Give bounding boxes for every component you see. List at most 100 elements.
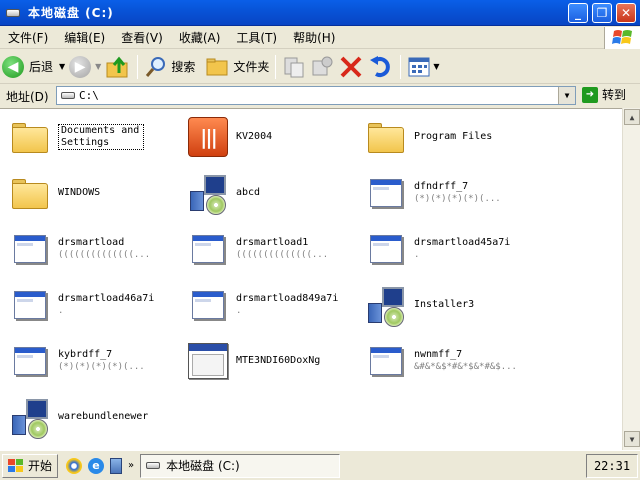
file-description: . — [414, 250, 420, 260]
undo-button[interactable] — [366, 52, 396, 82]
installer-icon — [186, 171, 230, 215]
file-name: WINDOWS — [58, 187, 101, 198]
file-item[interactable]: Program Files — [364, 115, 492, 159]
title-bar[interactable]: 本地磁盘 (C:) _ ❐ ✕ — [0, 0, 640, 26]
go-arrow-icon: ➜ — [582, 86, 598, 103]
back-button[interactable]: ◀ 后退 ▼ — [0, 52, 67, 82]
windows-logo-icon — [8, 458, 23, 472]
up-button[interactable] — [103, 52, 133, 82]
address-dropdown-icon[interactable]: ▼ — [558, 87, 575, 104]
windows-logo-icon — [604, 27, 640, 49]
go-button[interactable]: ➜ 转到 — [582, 86, 626, 103]
scroll-down-icon[interactable]: ▼ — [624, 431, 640, 447]
file-item[interactable]: Installer3 — [364, 283, 474, 327]
folder-icon — [8, 115, 52, 159]
file-item[interactable]: kybrdff_7 (*)(*)(*)(*)(... — [8, 339, 145, 383]
back-dropdown-icon[interactable]: ▼ — [59, 62, 65, 71]
file-description: &#&*&$*#&*$&*#&$... — [414, 362, 517, 372]
file-description: ((((((((((((((... — [236, 250, 329, 260]
address-label: 地址(D) — [6, 89, 49, 104]
file-item[interactable]: drsmartload45a7i. — [364, 227, 510, 271]
drive-icon — [146, 462, 161, 469]
back-label: 后退 — [29, 60, 54, 74]
restore-button[interactable]: ❐ — [592, 3, 612, 23]
internet-explorer-icon[interactable]: e — [88, 457, 105, 474]
folders-button[interactable]: 文件夹 — [203, 52, 271, 82]
media-player-icon[interactable] — [66, 457, 83, 474]
copy-to-icon — [312, 56, 333, 75]
scroll-up-icon[interactable]: ▲ — [624, 109, 640, 125]
folders-icon — [206, 58, 228, 75]
copy-to-button[interactable] — [308, 52, 336, 82]
file-name: Program Files — [414, 131, 493, 142]
taskbar: 开始 e » 本地磁盘 (C:) 22:31 — [0, 450, 640, 480]
file-item[interactable]: drsmartload849a7i. — [186, 283, 338, 327]
file-name: dfndrff_7 — [414, 181, 469, 192]
file-list-area[interactable]: Documents and Settings ||| KV2004 Progra… — [0, 108, 622, 450]
address-input[interactable]: C:\ ▼ — [56, 86, 576, 105]
clock[interactable]: 22:31 — [586, 454, 638, 478]
file-item[interactable]: drsmartload46a7i. — [8, 283, 154, 327]
quick-launch-chevron-icon[interactable]: » — [128, 460, 134, 471]
menu-view[interactable]: 查看(V) — [113, 29, 171, 46]
file-name: nwnmff_7 — [414, 349, 463, 360]
vertical-scrollbar[interactable]: ▲ ▼ — [622, 108, 640, 450]
move-to-button[interactable] — [280, 52, 308, 82]
show-desktop-icon[interactable] — [110, 457, 123, 474]
app-window-icon — [364, 171, 408, 215]
file-item[interactable]: nwnmff_7 &#&*&$*#&*$&*#&$... — [364, 339, 517, 383]
window-title: 本地磁盘 (C:) — [28, 6, 114, 20]
file-description: . — [236, 306, 242, 316]
menu-tools[interactable]: 工具(T) — [228, 29, 285, 46]
views-button[interactable]: ▼ — [405, 52, 441, 82]
delete-button[interactable] — [336, 52, 366, 82]
file-name: warebundlenewer — [58, 411, 149, 422]
delete-x-icon — [340, 56, 362, 77]
app-window-icon — [186, 283, 230, 327]
forward-button[interactable]: ▶ ▼ — [67, 52, 103, 82]
folder-icon — [8, 171, 52, 215]
file-item[interactable]: WINDOWS — [8, 171, 100, 215]
start-label: 开始 — [28, 459, 53, 473]
forward-dropdown-icon[interactable]: ▼ — [95, 62, 101, 71]
file-item[interactable]: abcd — [186, 171, 260, 215]
app-window-icon — [186, 227, 230, 271]
folders-label: 文件夹 — [233, 60, 270, 74]
views-dropdown-icon: ▼ — [433, 62, 440, 71]
file-description: (*)(*)(*)(*)(... — [414, 194, 501, 204]
file-item[interactable]: drsmartload ((((((((((((((... — [8, 227, 150, 271]
app-window-icon — [8, 227, 52, 271]
app-window-icon — [364, 339, 408, 383]
close-button[interactable]: ✕ — [616, 3, 636, 23]
minimize-button[interactable]: _ — [568, 3, 588, 23]
start-button[interactable]: 开始 — [2, 453, 59, 478]
menu-edit[interactable]: 编辑(E) — [56, 29, 113, 46]
file-item[interactable]: drsmartload1 ((((((((((((((... — [186, 227, 328, 271]
kv2004-icon: ||| — [186, 115, 230, 159]
file-item[interactable]: dfndrff_7 (*)(*)(*)(*)(... — [364, 171, 501, 215]
file-item[interactable]: Documents and Settings — [8, 115, 144, 159]
menu-help[interactable]: 帮助(H) — [285, 29, 343, 46]
file-description: ((((((((((((((... — [58, 250, 151, 260]
back-arrow-icon: ◀ — [2, 55, 24, 78]
search-button[interactable]: 搜索 — [142, 52, 197, 82]
file-name: abcd — [236, 187, 261, 198]
search-icon — [146, 56, 166, 77]
menu-file[interactable]: 文件(F) — [0, 29, 56, 46]
file-name: drsmartload46a7i — [58, 293, 155, 304]
toolbar-separator — [137, 54, 139, 79]
file-item[interactable]: ||| KV2004 — [186, 115, 272, 159]
file-item[interactable]: warebundlenewer — [8, 395, 148, 439]
file-description: . — [58, 306, 64, 316]
toolbar-separator — [275, 54, 277, 79]
folder-icon — [364, 115, 408, 159]
file-item[interactable]: MTE3NDI60DoxNg — [186, 339, 320, 383]
address-value: C:\ — [79, 89, 99, 102]
installer-icon — [8, 395, 52, 439]
go-label: 转到 — [602, 88, 627, 102]
address-bar: 地址(D) C:\ ▼ ➜ 转到 — [0, 85, 640, 107]
file-name: Documents and Settings — [58, 124, 144, 150]
taskbar-window-button[interactable]: 本地磁盘 (C:) — [140, 453, 341, 478]
menu-favorites[interactable]: 收藏(A) — [171, 29, 229, 46]
file-name: kybrdff_7 — [58, 349, 113, 360]
